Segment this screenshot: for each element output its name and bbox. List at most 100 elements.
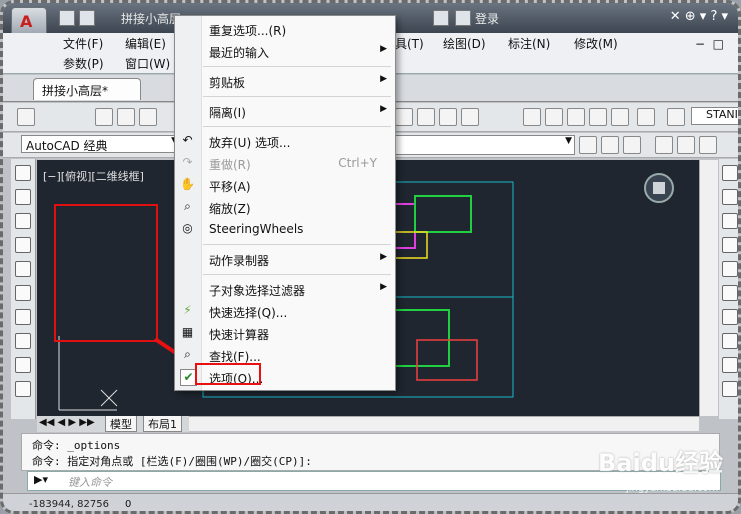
rotate-icon[interactable] bbox=[722, 309, 738, 325]
workspace-select-value: AutoCAD 经典 bbox=[26, 139, 108, 153]
erase-icon[interactable] bbox=[722, 165, 738, 181]
new-icon[interactable] bbox=[59, 10, 75, 26]
line-icon[interactable] bbox=[15, 165, 31, 181]
linear-dimension-icon[interactable] bbox=[655, 136, 673, 154]
draw-toolbar bbox=[11, 159, 36, 419]
layer-previous-icon[interactable] bbox=[579, 136, 597, 154]
arc-length-icon[interactable] bbox=[699, 136, 717, 154]
menu-item-subobject-filter[interactable]: 子对象选择过滤器 ▶ bbox=[175, 279, 395, 299]
menu-modify[interactable]: 修改(M) bbox=[574, 35, 618, 52]
markup-icon[interactable] bbox=[611, 108, 629, 126]
zoom-realtime-icon[interactable] bbox=[417, 108, 435, 126]
menu-separator bbox=[203, 66, 391, 67]
polygon-icon[interactable] bbox=[15, 237, 31, 253]
rectangle-icon[interactable] bbox=[15, 261, 31, 277]
menu-file[interactable]: 文件(F) bbox=[63, 35, 103, 52]
menu-separator bbox=[203, 126, 391, 127]
layout-nav-arrows[interactable]: ◀◀ ◀ ▶ ▶▶ bbox=[39, 417, 95, 428]
menu-item-pan[interactable]: ✋ 平移(A) bbox=[175, 175, 395, 195]
zoom-icon: ⌕ bbox=[184, 199, 191, 213]
plot-preview-icon[interactable] bbox=[117, 108, 135, 126]
menu-item-quick-calc[interactable]: ▦ 快速计算器 bbox=[175, 323, 395, 343]
menu-edit[interactable]: 编辑(E) bbox=[125, 35, 166, 52]
text-style-icon[interactable] bbox=[667, 108, 685, 126]
polyline-icon[interactable] bbox=[15, 213, 31, 229]
menu-window[interactable]: 窗口(W) bbox=[125, 55, 170, 72]
menu-tools[interactable]: 具(T) bbox=[395, 35, 424, 52]
aligned-dimension-icon[interactable] bbox=[677, 136, 695, 154]
construction-line-icon[interactable] bbox=[15, 189, 31, 205]
workspace-select[interactable]: AutoCAD 经典 ▼ bbox=[21, 135, 181, 153]
menu-draw[interactable]: 绘图(D) bbox=[443, 35, 486, 52]
plot-icon[interactable] bbox=[95, 108, 113, 126]
search-icon[interactable] bbox=[433, 10, 449, 26]
quick-select-icon: ⚡ bbox=[183, 303, 192, 317]
layer-walk-icon[interactable] bbox=[623, 136, 641, 154]
vertical-scrollbar[interactable] bbox=[699, 160, 718, 416]
menu-parameters[interactable]: 参数(P) bbox=[63, 55, 104, 72]
mirror-icon[interactable] bbox=[722, 213, 738, 229]
menu-separator bbox=[203, 96, 391, 97]
stretch-icon[interactable] bbox=[722, 357, 738, 373]
pan-realtime-icon[interactable] bbox=[395, 108, 413, 126]
command-prompt-icon[interactable]: ▶▾ bbox=[34, 473, 48, 486]
menu-dimension[interactable]: 标注(N) bbox=[508, 35, 550, 52]
coordinates-z: 0 bbox=[125, 499, 132, 510]
layer-states-icon[interactable] bbox=[601, 136, 619, 154]
menu-item-recent-input[interactable]: 最近的输入 ▶ bbox=[175, 41, 395, 61]
selection-highlight-rectangle bbox=[54, 204, 158, 342]
array-icon[interactable] bbox=[722, 261, 738, 277]
scale-icon[interactable] bbox=[722, 333, 738, 349]
menu-item-redo[interactable]: ↷ 重做(R) Ctrl+Y bbox=[175, 153, 395, 173]
menu-item-steeringwheels[interactable]: ◎ SteeringWheels bbox=[175, 219, 395, 239]
tab-layout1[interactable]: 布局1 bbox=[143, 416, 182, 432]
revision-cloud-icon[interactable] bbox=[15, 333, 31, 349]
menu-item-undo[interactable]: ↶ 放弃(U) 选项... bbox=[175, 131, 395, 151]
tool-palettes-icon[interactable] bbox=[567, 108, 585, 126]
menu-item-find[interactable]: ⌕ 查找(F)... bbox=[175, 345, 395, 365]
trim-icon[interactable] bbox=[722, 381, 738, 397]
menu-item-isolate[interactable]: 隔离(I) ▶ bbox=[175, 101, 395, 121]
menu-item-quick-select[interactable]: ⚡ 快速选择(Q)... bbox=[175, 301, 395, 321]
open-icon[interactable] bbox=[79, 10, 95, 26]
menu-item-action-recorder[interactable]: 动作录制器 ▶ bbox=[175, 249, 395, 269]
menu-item-zoom[interactable]: ⌕ 缩放(Z) bbox=[175, 197, 395, 217]
help-icon[interactable] bbox=[637, 108, 655, 126]
menu-item-clipboard[interactable]: 剪贴板 ▶ bbox=[175, 71, 395, 91]
design-center-icon[interactable] bbox=[545, 108, 563, 126]
horizontal-scrollbar[interactable] bbox=[189, 416, 699, 431]
spline-icon[interactable] bbox=[15, 357, 31, 373]
document-tab[interactable]: 拼接小高层* bbox=[33, 78, 141, 100]
qnew-icon[interactable] bbox=[17, 108, 35, 126]
menubar-window-controls[interactable]: − □ bbox=[695, 37, 724, 51]
menu-item-label: 快速计算器 bbox=[209, 328, 270, 342]
publish-icon[interactable] bbox=[139, 108, 157, 126]
layer-select[interactable]: ▼ bbox=[395, 135, 575, 155]
text-style-select[interactable]: STANI bbox=[691, 107, 738, 125]
properties-icon[interactable] bbox=[523, 108, 541, 126]
menu-item-repeat-options[interactable]: 重复选项...(R) bbox=[175, 19, 395, 39]
zoom-window-icon[interactable] bbox=[439, 108, 457, 126]
baidu-watermark: Baidu经验 jingyan.baidu.com bbox=[568, 441, 738, 501]
ellipse-icon[interactable] bbox=[15, 381, 31, 397]
watermark-text: Baidu经验 bbox=[598, 449, 723, 477]
login-label[interactable]: 登录 bbox=[475, 10, 499, 27]
circle-icon[interactable] bbox=[15, 309, 31, 325]
steeringwheel-icon: ◎ bbox=[182, 221, 193, 235]
menu-separator bbox=[203, 244, 391, 245]
menu-item-label: 最近的输入 bbox=[209, 46, 270, 60]
zoom-previous-icon[interactable] bbox=[461, 108, 479, 126]
tab-model[interactable]: 模型 bbox=[105, 416, 137, 432]
window-controls[interactable]: ✕ ⊕ ▾ ? ▾ bbox=[670, 9, 728, 24]
sheet-set-icon[interactable] bbox=[589, 108, 607, 126]
move-icon[interactable] bbox=[722, 285, 738, 301]
autocad-logo-icon: A bbox=[20, 12, 33, 31]
offset-icon[interactable] bbox=[722, 237, 738, 253]
menu-item-label: 平移(A) bbox=[209, 180, 251, 194]
command-line-1: 命令: _options bbox=[32, 439, 121, 452]
copy-icon[interactable] bbox=[722, 189, 738, 205]
submenu-arrow-icon: ▶ bbox=[380, 104, 387, 114]
menu-item-label: SteeringWheels bbox=[209, 222, 304, 236]
menu-item-label: 剪贴板 bbox=[209, 76, 246, 90]
arc-icon[interactable] bbox=[15, 285, 31, 301]
